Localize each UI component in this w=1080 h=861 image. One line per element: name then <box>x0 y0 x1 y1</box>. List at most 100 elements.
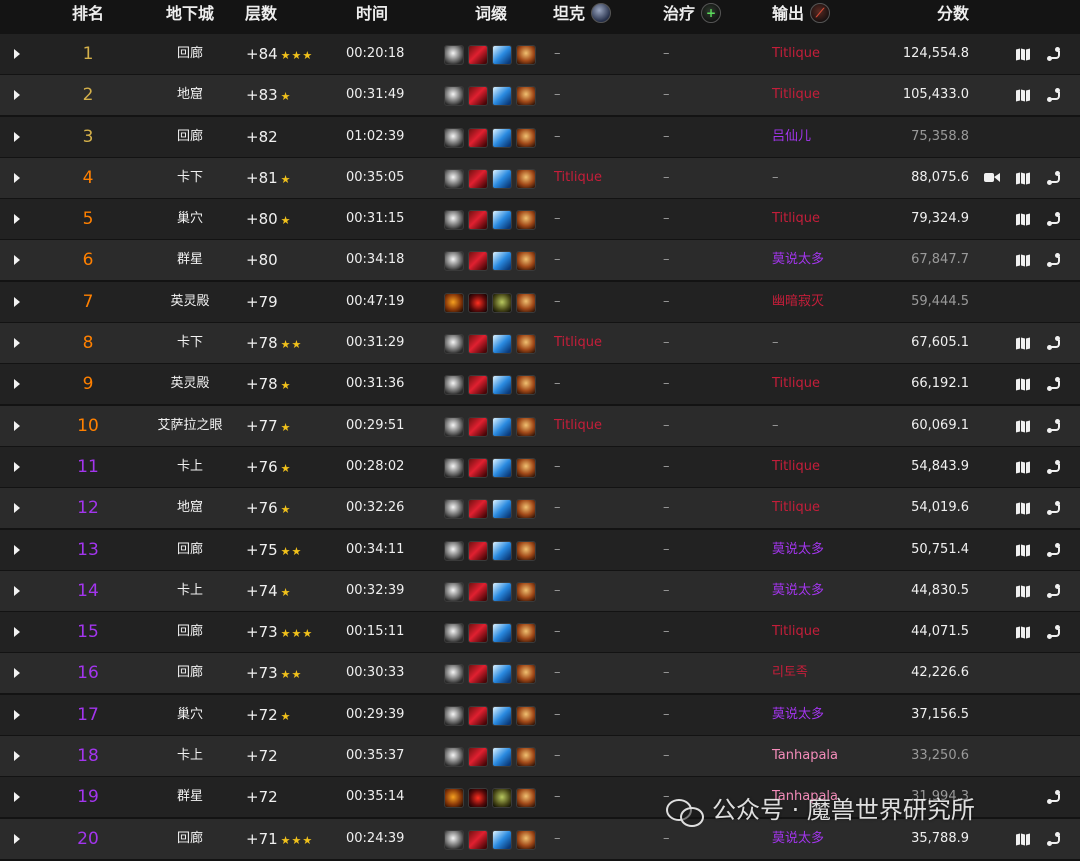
blue-crystal-affix-icon[interactable] <box>492 623 512 644</box>
header-rank[interactable]: 排名 <box>72 0 104 30</box>
header-score[interactable]: 分数 <box>937 0 969 30</box>
dungeon-name[interactable]: 英灵殿 <box>140 282 240 322</box>
skull-shield-affix-icon[interactable] <box>444 499 464 520</box>
blue-crystal-affix-icon[interactable] <box>492 168 512 189</box>
header-level[interactable]: 层数 <box>245 0 277 30</box>
expand-caret-icon[interactable] <box>14 90 20 101</box>
red-wing-affix-icon[interactable] <box>468 210 488 231</box>
dps-player[interactable]: 莫说太多 <box>772 530 824 570</box>
expand-caret-icon[interactable] <box>14 709 20 720</box>
route-icon[interactable] <box>1047 501 1063 516</box>
route-icon[interactable] <box>1047 253 1063 268</box>
red-wing-affix-icon[interactable] <box>468 127 488 148</box>
skull-shield-affix-icon[interactable] <box>444 457 464 478</box>
dungeon-name[interactable]: 地窟 <box>140 488 240 528</box>
blue-crystal-affix-icon[interactable] <box>492 747 512 768</box>
dungeon-name[interactable]: 地窟 <box>140 75 240 115</box>
red-wing-affix-icon[interactable] <box>468 416 488 437</box>
expand-caret-icon[interactable] <box>14 131 20 142</box>
dps-player[interactable]: Titlique <box>772 199 820 239</box>
route-icon[interactable] <box>1047 418 1063 433</box>
bronze-beast-affix-icon[interactable] <box>516 664 536 685</box>
route-icon[interactable] <box>1047 583 1063 598</box>
map-icon[interactable] <box>1015 501 1031 515</box>
bronze-beast-affix-icon[interactable] <box>516 168 536 189</box>
dungeon-name[interactable]: 群星 <box>140 240 240 280</box>
table-row[interactable]: 7 英灵殿 +79 00:47:19 – – 幽暗寂灭 59,444.5 <box>0 281 1080 322</box>
skull-shield-affix-icon[interactable] <box>444 581 464 602</box>
bronze-beast-affix-icon[interactable] <box>516 210 536 231</box>
expand-caret-icon[interactable] <box>14 420 20 431</box>
table-row[interactable]: 18 卡上 +72 00:35:37 – – Tanhapala 33,250.6 <box>0 736 1080 777</box>
table-row[interactable]: 11 卡上 +76 ★ 00:28:02– – Titlique 54,843.9 <box>0 446 1080 487</box>
route-icon[interactable] <box>1047 88 1063 103</box>
map-icon[interactable] <box>1015 212 1031 226</box>
blue-crystal-affix-icon[interactable] <box>492 457 512 478</box>
blue-crystal-affix-icon[interactable] <box>492 664 512 685</box>
dungeon-name[interactable]: 卡下 <box>140 158 240 198</box>
route-icon[interactable] <box>1047 542 1063 557</box>
dungeon-name[interactable]: 回廊 <box>140 34 240 74</box>
route-icon[interactable] <box>1047 790 1063 805</box>
red-demon-affix-icon[interactable] <box>468 292 488 313</box>
dungeon-name[interactable]: 回廊 <box>140 117 240 157</box>
map-icon[interactable] <box>1015 377 1031 391</box>
blue-crystal-affix-icon[interactable] <box>492 210 512 231</box>
table-row[interactable]: 10 艾萨拉之眼 +77 ★ 00:29:51 Titlique – –60,069.1 <box>0 405 1080 446</box>
skull-shield-affix-icon[interactable] <box>444 540 464 561</box>
table-row[interactable]: 8 卡下 +78 ★★ 00:31:29 Titlique – –67,605.1 <box>0 323 1080 364</box>
red-wing-affix-icon[interactable] <box>468 45 488 65</box>
expand-caret-icon[interactable] <box>14 833 20 844</box>
bronze-beast-affix-icon[interactable] <box>516 292 536 313</box>
bronze-beast-affix-icon[interactable] <box>516 334 536 355</box>
table-row[interactable]: 2 地窟 +83 ★ 00:31:49– – Titlique 105,433.0 <box>0 75 1080 116</box>
red-wing-affix-icon[interactable] <box>468 457 488 478</box>
header-dps[interactable]: 输出 ⟋ <box>772 0 831 30</box>
skull-shield-affix-icon[interactable] <box>444 251 464 272</box>
dungeon-name[interactable]: 英灵殿 <box>140 364 240 404</box>
blue-crystal-affix-icon[interactable] <box>492 127 512 148</box>
skull-shield-affix-icon[interactable] <box>444 86 464 107</box>
dps-player[interactable]: Titlique <box>772 447 820 487</box>
expand-caret-icon[interactable] <box>14 792 20 803</box>
flame-orb-affix-icon[interactable] <box>444 788 464 809</box>
dps-player[interactable]: Titlique <box>772 488 820 528</box>
skull-shield-affix-icon[interactable] <box>444 45 464 65</box>
dps-player[interactable]: 吕仙儿 <box>772 117 811 157</box>
skull-shield-affix-icon[interactable] <box>444 664 464 685</box>
bronze-beast-affix-icon[interactable] <box>516 457 536 478</box>
red-wing-affix-icon[interactable] <box>468 499 488 520</box>
blue-crystal-affix-icon[interactable] <box>492 334 512 355</box>
expand-caret-icon[interactable] <box>14 172 20 183</box>
expand-caret-icon[interactable] <box>14 379 20 390</box>
red-wing-affix-icon[interactable] <box>468 375 488 396</box>
tank-player[interactable]: Titlique <box>554 323 602 363</box>
skull-shield-affix-icon[interactable] <box>444 375 464 396</box>
red-wing-affix-icon[interactable] <box>468 540 488 561</box>
red-wing-affix-icon[interactable] <box>468 705 488 726</box>
expand-caret-icon[interactable] <box>14 668 20 679</box>
dungeon-name[interactable]: 巢穴 <box>140 695 240 735</box>
expand-caret-icon[interactable] <box>14 585 20 596</box>
expand-caret-icon[interactable] <box>14 503 20 514</box>
tank-player[interactable]: Titlique <box>554 158 602 198</box>
bronze-beast-affix-icon[interactable] <box>516 86 536 107</box>
expand-caret-icon[interactable] <box>14 627 20 638</box>
map-icon[interactable] <box>1015 543 1031 557</box>
dps-player[interactable]: 幽暗寂灭 <box>772 282 824 322</box>
header-affixes[interactable]: 词缀 <box>475 0 507 30</box>
red-wing-affix-icon[interactable] <box>468 334 488 355</box>
skull-shield-affix-icon[interactable] <box>444 416 464 437</box>
expand-caret-icon[interactable] <box>14 461 20 472</box>
blue-crystal-affix-icon[interactable] <box>492 251 512 272</box>
red-wing-affix-icon[interactable] <box>468 168 488 189</box>
map-icon[interactable] <box>1015 419 1031 433</box>
dps-player[interactable]: Tanhapala <box>772 736 838 776</box>
table-row[interactable]: 17 巢穴 +72 ★ 00:29:39– – 莫说太多 37,156.5 <box>0 694 1080 735</box>
dps-player[interactable]: 莫说太多 <box>772 695 824 735</box>
table-row[interactable]: 9 英灵殿 +78 ★ 00:31:36– – Titlique 66,192.1 <box>0 364 1080 405</box>
dps-player[interactable]: Titlique <box>772 612 820 652</box>
red-wing-affix-icon[interactable] <box>468 623 488 644</box>
bronze-beast-affix-icon[interactable] <box>516 829 536 850</box>
route-icon[interactable] <box>1047 377 1063 392</box>
